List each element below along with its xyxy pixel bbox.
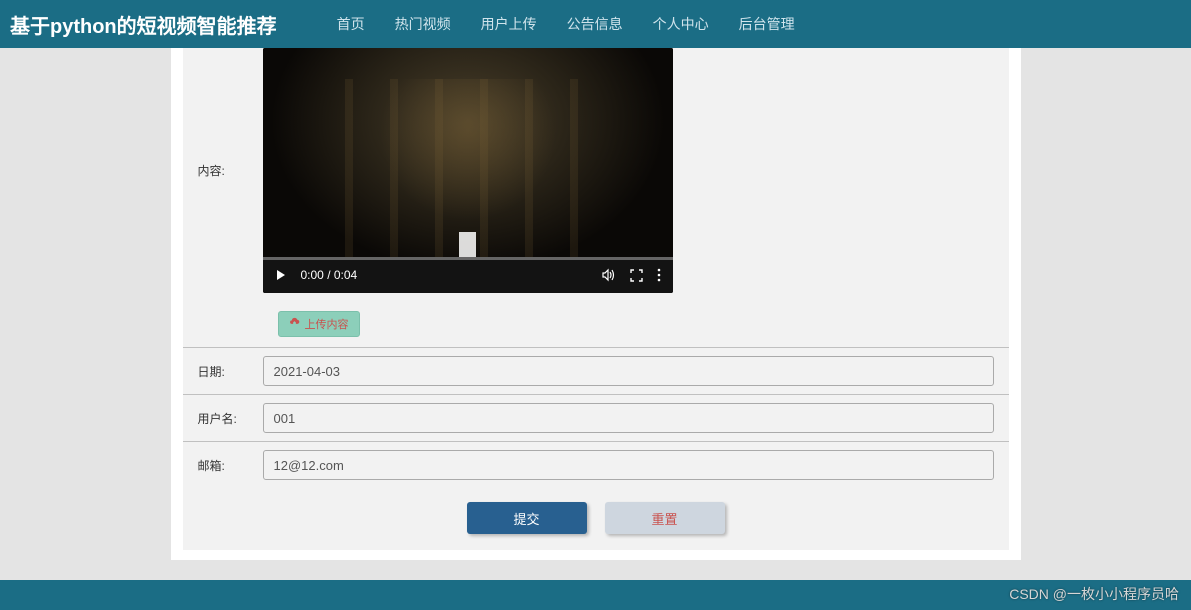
nav-hot-videos[interactable]: 热门视频 [395,14,451,34]
date-label: 日期: [198,363,263,380]
video-controls: 0:00 / 0:04 [263,257,673,293]
nav-announcement[interactable]: 公告信息 [567,14,623,34]
username-row: 用户名: [183,395,1009,442]
video-player[interactable]: 0:00 / 0:04 [263,48,673,293]
email-row: 邮箱: [183,442,1009,488]
main-panel: 内容: 0:00 / 0:04 [171,48,1021,560]
username-label: 用户名: [198,410,263,427]
upload-content-button[interactable]: 上传内容 [278,311,360,337]
date-field[interactable] [263,356,994,386]
video-thumbnail [263,48,673,257]
form-area: 内容: 0:00 / 0:04 [183,48,1009,550]
watermark: CSDN @一枚小小程序员哈 [1009,584,1179,604]
content-row: 内容: 0:00 / 0:04 [183,48,1009,303]
menu-icon[interactable] [657,268,661,282]
upload-button-label: 上传内容 [305,316,349,332]
cloud-upload-icon [289,317,300,331]
video-progress-bar[interactable] [263,257,673,260]
nav-personal-center[interactable]: 个人中心 [653,14,709,34]
video-time: 0:00 / 0:04 [301,268,358,282]
button-row: 提交 重置 [183,488,1009,540]
fullscreen-icon[interactable] [630,269,643,282]
email-field[interactable] [263,450,994,480]
upload-row: 上传内容 [183,303,1009,348]
username-field[interactable] [263,403,994,433]
volume-icon[interactable] [602,268,616,282]
nav-user-upload[interactable]: 用户上传 [481,14,537,34]
content-label: 内容: [198,162,263,179]
reset-button[interactable]: 重置 [605,502,725,534]
brand-title: 基于python的短视频智能推荐 [10,10,277,39]
nav-admin[interactable]: 后台管理 [739,14,795,34]
nav-home[interactable]: 首页 [337,14,365,34]
email-label: 邮箱: [198,457,263,474]
top-navbar: 基于python的短视频智能推荐 首页 热门视频 用户上传 公告信息 个人中心 … [0,0,1191,48]
submit-button[interactable]: 提交 [467,502,587,534]
play-icon[interactable] [275,269,287,281]
nav-links: 首页 热门视频 用户上传 公告信息 个人中心 后台管理 [337,14,795,34]
date-row: 日期: [183,348,1009,395]
